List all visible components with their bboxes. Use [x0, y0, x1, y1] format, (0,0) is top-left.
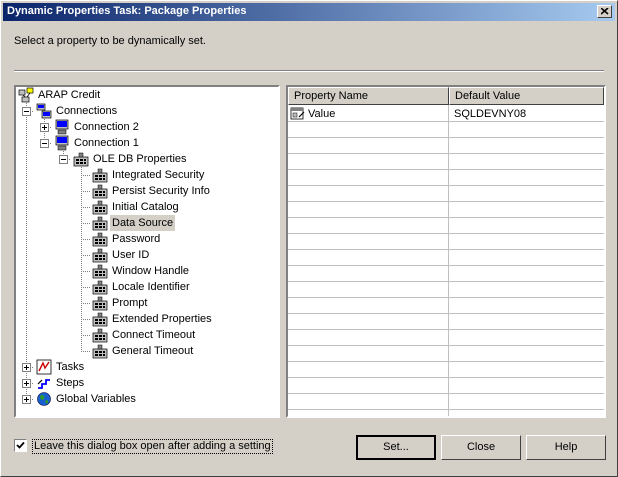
tree-node-label: Persist Security Info	[112, 185, 210, 197]
property-icon	[92, 280, 108, 295]
leave-open-checkbox[interactable]	[14, 439, 27, 452]
tree-node-label: Integrated Security	[112, 169, 205, 181]
column-header-property-name[interactable]: Property Name	[288, 87, 449, 105]
property-grid[interactable]: Property Name Default Value Value SQLDEV…	[286, 85, 606, 418]
tree-node-label: ARAP Credit	[38, 89, 101, 101]
property-icon	[92, 168, 108, 183]
tree-node-label: Connections	[56, 105, 118, 117]
property-icon	[92, 296, 108, 311]
property-icon	[92, 312, 108, 327]
property-value-icon	[290, 107, 305, 120]
dynamic-properties-dialog: Dynamic Properties Task: Package Propert…	[0, 0, 618, 477]
close-icon	[601, 8, 609, 15]
collapse-icon[interactable]	[40, 139, 49, 148]
tree-node-label: OLE DB Properties	[93, 153, 187, 165]
property-icon	[92, 232, 108, 247]
expand-icon[interactable]	[22, 395, 31, 404]
expand-icon[interactable]	[22, 363, 31, 372]
close-window-button[interactable]	[597, 5, 612, 18]
property-icon	[73, 152, 89, 167]
checkmark-icon	[16, 441, 25, 449]
close-button-label: Close	[466, 441, 496, 453]
property-icon	[92, 344, 108, 359]
steps-icon	[37, 379, 50, 389]
tree-node-label: Initial Catalog	[112, 201, 179, 213]
property-icon	[92, 264, 108, 279]
set-button[interactable]: Set...	[356, 435, 436, 460]
property-icon	[92, 216, 108, 231]
grid-lines	[288, 105, 604, 416]
property-name-cell: Value	[308, 108, 336, 120]
help-button-label: Help	[554, 441, 578, 453]
tasks-icon	[36, 359, 52, 375]
tree-node-label: Password	[112, 233, 161, 245]
connection-icon	[55, 135, 69, 151]
tree-node-label: Steps	[56, 377, 85, 389]
separator	[14, 70, 604, 72]
tree-node-label: Locale Identifier	[112, 281, 190, 293]
tree-node-label: Connect Timeout	[112, 329, 196, 341]
expand-icon[interactable]	[40, 123, 49, 132]
property-icon	[92, 184, 108, 199]
property-icon	[92, 200, 108, 215]
tree-node-label: User ID	[112, 249, 150, 261]
collapse-icon[interactable]	[22, 107, 31, 116]
instruction-text: Select a property to be dynamically set.	[14, 35, 206, 47]
tree-node-label: Data Source	[110, 215, 176, 231]
column-header-default-value[interactable]: Default Value	[449, 87, 604, 105]
tree-node-label: Global Variables	[56, 393, 136, 405]
package-icon	[18, 87, 34, 103]
tree-node-label: Extended Properties	[112, 313, 212, 325]
tree-node-label: Connection 1	[74, 137, 139, 149]
default-value-cell: SQLDEVNY08	[454, 108, 527, 120]
leave-open-label[interactable]: Leave this dialog box open after adding …	[32, 439, 273, 454]
tree-node-label: General Timeout	[112, 345, 194, 357]
globe-icon	[37, 392, 51, 406]
tree-node-label: Tasks	[56, 361, 85, 373]
connections-icon	[36, 103, 52, 119]
expand-icon[interactable]	[22, 379, 31, 388]
property-tree[interactable]: ARAP Credit Connections Connection 2 Con…	[14, 85, 280, 418]
set-button-label: Set...	[383, 441, 409, 453]
close-button[interactable]: Close	[441, 435, 521, 460]
help-button[interactable]: Help	[526, 435, 606, 460]
tree-node-label: Window Handle	[112, 265, 190, 277]
title-bar: Dynamic Properties Task: Package Propert…	[3, 3, 615, 21]
tree-node-label: Prompt	[112, 297, 148, 309]
property-icon	[92, 248, 108, 263]
property-icon	[92, 328, 108, 343]
tree-node-label: Connection 2	[74, 121, 139, 133]
connection-icon	[55, 119, 69, 135]
window-title: Dynamic Properties Task: Package Propert…	[7, 5, 247, 17]
collapse-icon[interactable]	[59, 155, 68, 164]
